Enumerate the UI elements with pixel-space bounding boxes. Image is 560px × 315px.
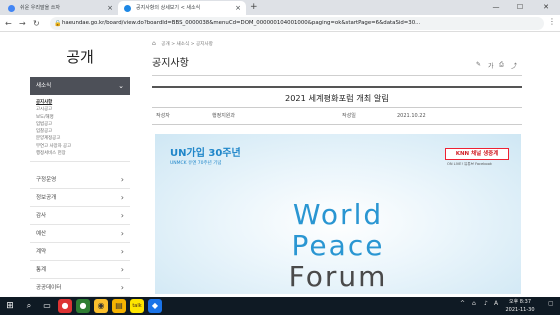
print-icon[interactable]: ⎙ [499,61,504,69]
chevron-right-icon: › [120,175,124,184]
volume-icon[interactable]: ♪ [484,300,488,307]
date-label: 작성일 [342,113,356,119]
sidebar-item-label: 통계 [36,267,47,273]
chevron-right-icon: › [120,193,124,202]
windows-taskbar: ⊞ ⌕ ▭ ● ● ◉ ▤ talk ◆ ^ ⌂ ♪ A 오후 8:37 202… [0,297,560,315]
sidebar-item[interactable]: 감사 › [30,207,130,225]
breadcrumb-text[interactable]: 공개 > 새소식 > 공지사항 [161,42,213,47]
lock-icon: 🔒 [54,20,62,27]
sidebar-section-news[interactable]: 새소식 ⌄ [30,77,130,95]
poster-line-world: World [292,198,384,231]
clock-time: 오후 8:37 [508,299,532,305]
tray-arrow-icon[interactable]: ^ [460,300,465,307]
browser-menu-icon[interactable]: ⋮ [548,17,556,26]
app-icon-red[interactable]: ● [58,299,72,313]
tab-title: 쉬운 우리말을 쓰자 [20,5,60,11]
sidebar-submenu: 공지사항 고시공고 보도/해명 입법공고 입찰공고 분양계정공고 무연고 사망자… [30,96,130,163]
sidebar-section-label: 새소식 [36,83,52,89]
network-icon[interactable]: ⌂ [472,300,476,307]
maximize-button[interactable]: ☐ [508,0,532,15]
chevron-right-icon: › [120,283,124,292]
poster-broadcaster-badge: KNN 채널 생중계 [445,148,509,160]
sidebar-item-label: 공공데이터 [36,285,62,291]
sidebar-item[interactable]: 예산 › [30,225,130,243]
poster-un-subtitle: UNMCK 유엔 70주년 기념 [170,161,222,166]
poster-un-title: UN가입 30주년 [170,148,241,159]
share-icon[interactable]: ⤴ [511,61,517,70]
minimize-button[interactable]: — [484,0,508,15]
sidebar-title: 공개 [66,48,94,66]
sidebar-item-label: 예산 [36,231,47,237]
text-size-icon[interactable]: 가 [488,61,494,70]
back-icon[interactable]: ← [5,17,12,30]
sidebar-item-label: 구정운영 [36,177,57,183]
windows-start-icon[interactable]: ⊞ [3,299,17,313]
reload-icon[interactable]: ↻ [33,17,40,30]
forward-icon[interactable]: → [19,17,26,30]
tab-favicon-icon [124,5,131,12]
tab-close-icon[interactable]: × [107,1,113,15]
sidebar-sub-item[interactable]: 보도/해명 [36,114,130,121]
sidebar-sub-item[interactable]: 무연고 사망자 공고 [36,143,130,150]
home-icon[interactable]: ⌂ [152,40,156,47]
sidebar-sub-item[interactable]: 고시공고 [36,106,130,113]
close-window-button[interactable]: ✕ [534,0,558,15]
browser-tab-bar: 쉬운 우리말을 쓰자 × 공지사항의 상세보기 < 새소식 × + — ☐ ✕ [0,0,560,15]
sidebar-sub-item[interactable]: 공지사항 [36,99,130,106]
sidebar-item-label: 감사 [36,213,47,219]
sidebar-sub-item[interactable]: 입법공고 [36,121,130,128]
poster-broadcaster-sub: ON LIVE! 유튜브 Facebook [447,162,492,166]
tab-favicon-icon [8,5,15,12]
tab-title: 공지사항의 상세보기 < 새소식 [136,5,201,11]
sidebar-sub-item[interactable]: 분양계정공고 [36,135,130,142]
title-divider [152,75,522,76]
file-explorer-icon[interactable]: ▤ [112,299,126,313]
sidebar-item-label: 계약 [36,249,47,255]
forum-poster-image: UN가입 30주년 UNMCK 유엔 70주년 기념 KNN 채널 생중계 ON… [155,134,521,294]
sidebar-item[interactable]: 공공데이터 › [30,279,130,297]
chevron-down-icon: ⌄ [118,82,124,90]
browser-tab-1[interactable]: 쉬운 우리말을 쓰자 × [2,1,118,15]
address-toolbar: ← → ↻ 🔒 haeundae.go.kr/board/view.do?boa… [0,15,560,32]
search-icon[interactable]: ⌕ [22,299,36,313]
chrome-icon[interactable]: ◉ [94,299,108,313]
taskbar-clock[interactable]: 오후 8:37 2021-11-30 [500,298,540,314]
chevron-right-icon: › [120,229,124,238]
author-label: 작성자 [156,113,170,119]
kakaotalk-icon[interactable]: talk [130,299,144,313]
sidebar-sub-item[interactable]: 입찰공고 [36,128,130,135]
task-view-icon[interactable]: ▭ [40,299,54,313]
chevron-right-icon: › [120,211,124,220]
new-tab-button[interactable]: + [250,2,258,12]
notification-icon[interactable]: ▢ [548,300,554,307]
page-title: 공지사항 [152,58,189,69]
chevron-right-icon: › [120,247,124,256]
sidebar-item[interactable]: 통계 › [30,261,130,279]
chevron-right-icon: › [120,265,124,274]
url-text: haeundae.go.kr/board/view.do?boardId=BBS… [62,20,421,26]
tab-close-icon[interactable]: × [235,1,241,15]
url-input[interactable]: 🔒 haeundae.go.kr/board/view.do?boardId=B… [50,17,544,30]
post-title: 2021 세계평화포럼 개최 알림 [152,86,522,108]
edit-icon[interactable]: ✎ [476,61,481,68]
sidebar-item[interactable]: 계약 › [30,243,130,261]
author-value: 행정지원과 [212,113,236,119]
sidebar-item-label: 정보공개 [36,195,57,201]
poster-line-peace: Peace [291,229,385,262]
poster-line-forum: Forum [288,260,388,293]
post-meta: 작성자 행정지원과 작성일 2021.10.22 [152,108,522,125]
app-icon-blue[interactable]: ◆ [148,299,162,313]
sidebar-item[interactable]: 정보공개 › [30,189,130,207]
clock-date: 2021-11-30 [505,307,535,313]
breadcrumb: ⌂ 공개 > 새소식 > 공지사항 [152,40,213,47]
browser-tab-2-active[interactable]: 공지사항의 상세보기 < 새소식 × [118,1,246,15]
sidebar-sub-item[interactable]: 행정서비스 헌장 [36,150,130,157]
app-icon-green[interactable]: ● [76,299,90,313]
date-value: 2021.10.22 [397,113,426,119]
sidebar-item[interactable]: 구정운영 › [30,171,130,189]
ime-indicator[interactable]: A [494,300,498,307]
